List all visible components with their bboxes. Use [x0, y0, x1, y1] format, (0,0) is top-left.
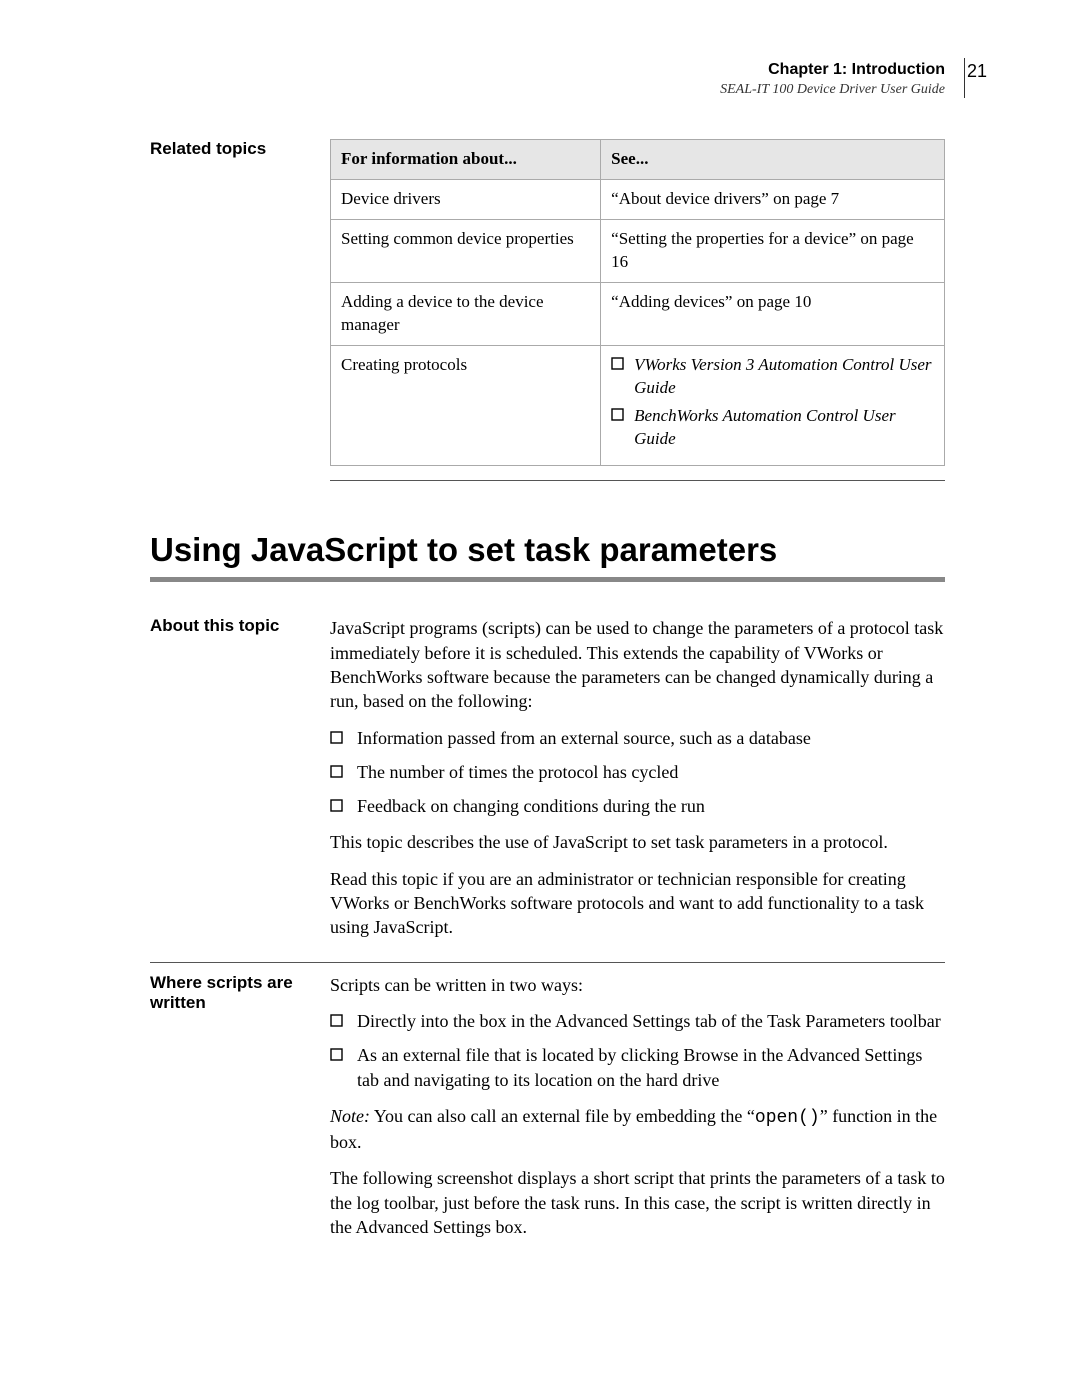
list-item: Directly into the box in the Advanced Se…: [330, 1009, 945, 1033]
heading-underline: [150, 577, 945, 582]
bullet-text: Directly into the box in the Advanced Se…: [357, 1009, 941, 1033]
bullet-text: As an external file that is located by c…: [357, 1043, 945, 1092]
bullet-text: Information passed from an external sour…: [357, 726, 811, 750]
guide-name: BenchWorks Automation Control User Guide: [634, 405, 934, 451]
related-topics-table: For information about... See... Device d…: [330, 139, 945, 466]
page-header: Chapter 1: Introduction SEAL-IT 100 Devi…: [150, 60, 945, 99]
list-item: Feedback on changing conditions during t…: [330, 794, 945, 818]
body-text: Scripts can be written in two ways:: [330, 973, 945, 997]
note-label: Note:: [330, 1106, 370, 1126]
table-row: Device drivers “About device drivers” on…: [331, 179, 945, 219]
square-bullet-icon: [330, 1048, 343, 1061]
square-bullet-icon: [330, 765, 343, 778]
about-this-topic-block: About this topic JavaScript programs (sc…: [150, 606, 945, 951]
page: Chapter 1: Introduction SEAL-IT 100 Devi…: [0, 0, 1080, 1397]
related-topics-content: For information about... See... Device d…: [330, 139, 945, 481]
code-literal: open(): [755, 1108, 820, 1128]
body-text: Read this topic if you are an administra…: [330, 867, 945, 940]
end-rule: [330, 480, 945, 481]
bullet-list: Information passed from an external sour…: [330, 726, 945, 819]
note-pre: You can also call an external file by em…: [370, 1106, 755, 1126]
square-bullet-icon: [611, 408, 624, 421]
where-scripts-content: Scripts can be written in two ways: Dire…: [330, 973, 945, 1252]
square-bullet-icon: [611, 357, 624, 370]
square-bullet-icon: [330, 1014, 343, 1027]
square-bullet-icon: [330, 799, 343, 812]
chapter-label: Chapter 1: Introduction: [150, 60, 945, 81]
body-text: This topic describes the use of JavaScri…: [330, 830, 945, 854]
table-row: Adding a device to the device manager “A…: [331, 282, 945, 345]
section-heading: Using JavaScript to set task parameters: [150, 531, 945, 569]
about-cell: Setting common device properties: [331, 219, 601, 282]
list-item: The number of times the protocol has cyc…: [330, 760, 945, 784]
see-cell: “Adding devices” on page 10: [601, 282, 945, 345]
note-text: Note: You can also call an external file…: [330, 1104, 945, 1155]
where-scripts-block: Where scripts are written Scripts can be…: [150, 962, 945, 1252]
list-item: BenchWorks Automation Control User Guide: [611, 405, 934, 451]
about-cell: Creating protocols: [331, 345, 601, 466]
table-row: Creating protocols VWorks Version 3 Auto…: [331, 345, 945, 466]
list-item: VWorks Version 3 Automation Control User…: [611, 354, 934, 400]
see-cell: “Setting the properties for a device” on…: [601, 219, 945, 282]
header-divider: [964, 58, 965, 98]
related-topics-block: Related topics For information about... …: [150, 139, 945, 481]
col-header-see: See...: [601, 139, 945, 179]
about-cell: Device drivers: [331, 179, 601, 219]
list-item: Information passed from an external sour…: [330, 726, 945, 750]
bullet-text: Feedback on changing conditions during t…: [357, 794, 705, 818]
table-row: Setting common device properties “Settin…: [331, 219, 945, 282]
square-bullet-icon: [330, 731, 343, 744]
list-item: As an external file that is located by c…: [330, 1043, 945, 1092]
col-header-about: For information about...: [331, 139, 601, 179]
where-scripts-label: Where scripts are written: [150, 973, 330, 1013]
related-topics-label: Related topics: [150, 139, 330, 159]
body-text: The following screenshot displays a shor…: [330, 1166, 945, 1239]
bullet-text: The number of times the protocol has cyc…: [357, 760, 678, 784]
page-number: 21: [967, 60, 987, 83]
guide-name: VWorks Version 3 Automation Control User…: [634, 354, 934, 400]
bullet-list: Directly into the box in the Advanced Se…: [330, 1009, 945, 1092]
see-cell: “About device drivers” on page 7: [601, 179, 945, 219]
body-text: JavaScript programs (scripts) can be use…: [330, 616, 945, 713]
guide-label: SEAL-IT 100 Device Driver User Guide: [150, 81, 945, 99]
about-cell: Adding a device to the device manager: [331, 282, 601, 345]
about-topic-label: About this topic: [150, 616, 330, 636]
see-cell: VWorks Version 3 Automation Control User…: [601, 345, 945, 466]
about-topic-content: JavaScript programs (scripts) can be use…: [330, 616, 945, 951]
